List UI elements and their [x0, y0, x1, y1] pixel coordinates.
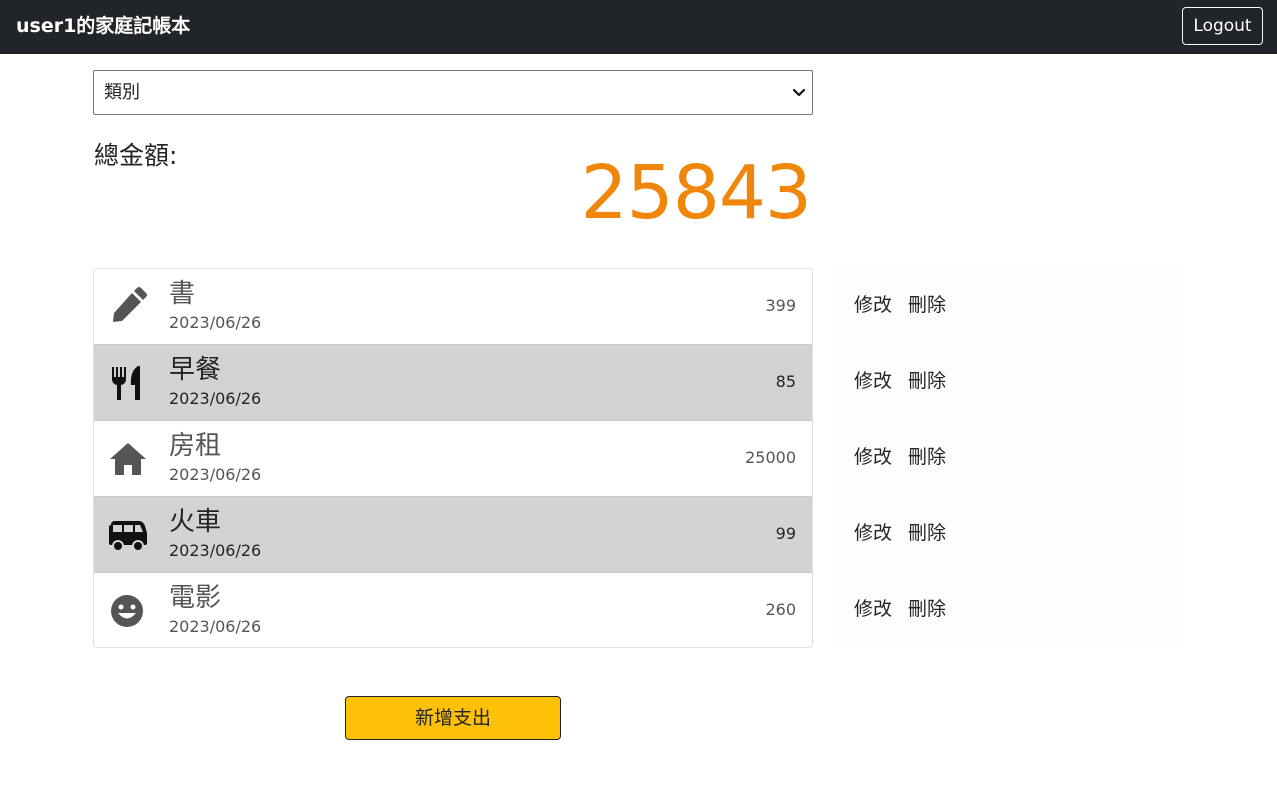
- utensils-icon: [112, 366, 140, 400]
- expense-amount: 260: [765, 600, 796, 619]
- smile-icon: [111, 595, 143, 627]
- delete-link[interactable]: 刪除: [908, 520, 946, 546]
- total-label: 總金額:: [94, 141, 178, 170]
- expense-date: 2023/06/26: [169, 465, 262, 484]
- pencil-icon: [113, 287, 147, 322]
- logout-button[interactable]: Logout: [1182, 7, 1263, 45]
- edit-link[interactable]: 修改: [854, 292, 892, 318]
- brand-title[interactable]: user1的家庭記帳本: [16, 13, 190, 39]
- expense-amount: 99: [775, 524, 796, 543]
- category-select-value: 類別: [104, 82, 140, 103]
- total-amount: 25843: [580, 150, 812, 236]
- expense-date: 2023/06/26: [169, 617, 262, 636]
- delete-link[interactable]: 刪除: [908, 368, 946, 394]
- action-row: 修改 刪除: [837, 268, 1184, 344]
- expense-amount: 85: [775, 372, 796, 391]
- expense-title: 早餐: [169, 355, 222, 385]
- van-icon: [109, 521, 147, 552]
- expense-title: 電影: [169, 583, 222, 613]
- expense-amount: 399: [765, 296, 796, 315]
- action-row: 修改 刪除: [837, 344, 1184, 420]
- delete-link[interactable]: 刪除: [908, 292, 946, 318]
- expense-title: 火車: [169, 507, 222, 537]
- edit-link[interactable]: 修改: [854, 596, 892, 622]
- expense-row[interactable]: 書 2023/06/26 399: [94, 269, 812, 344]
- edit-link[interactable]: 修改: [854, 444, 892, 470]
- expense-row[interactable]: 火車 2023/06/26 99: [94, 496, 812, 572]
- expense-title: 房租: [169, 431, 222, 461]
- expense-date: 2023/06/26: [169, 389, 262, 408]
- expense-amount: 25000: [745, 448, 796, 467]
- delete-link[interactable]: 刪除: [908, 444, 946, 470]
- add-expense-button[interactable]: 新增支出: [345, 696, 561, 740]
- expense-list: 書 2023/06/26 399 早餐 2023/06/26 85 房租 202…: [93, 268, 813, 648]
- expense-date: 2023/06/26: [169, 313, 262, 332]
- expense-row[interactable]: 電影 2023/06/26 260: [94, 572, 812, 647]
- category-select[interactable]: 類別: [93, 70, 813, 115]
- expense-row[interactable]: 早餐 2023/06/26 85: [94, 344, 812, 420]
- chevron-down-icon: [792, 88, 806, 97]
- home-icon: [110, 443, 146, 475]
- navbar: user1的家庭記帳本 Logout: [0, 0, 1277, 54]
- delete-link[interactable]: 刪除: [908, 596, 946, 622]
- action-row: 修改 刪除: [837, 572, 1184, 648]
- edit-link[interactable]: 修改: [854, 520, 892, 546]
- edit-link[interactable]: 修改: [854, 368, 892, 394]
- expense-title: 書: [169, 279, 196, 309]
- actions-panel: 修改 刪除 修改 刪除 修改 刪除 修改 刪除 修改 刪除: [837, 268, 1184, 648]
- expense-date: 2023/06/26: [169, 541, 262, 560]
- expense-row[interactable]: 房租 2023/06/26 25000: [94, 420, 812, 496]
- action-row: 修改 刪除: [837, 496, 1184, 572]
- action-row: 修改 刪除: [837, 420, 1184, 496]
